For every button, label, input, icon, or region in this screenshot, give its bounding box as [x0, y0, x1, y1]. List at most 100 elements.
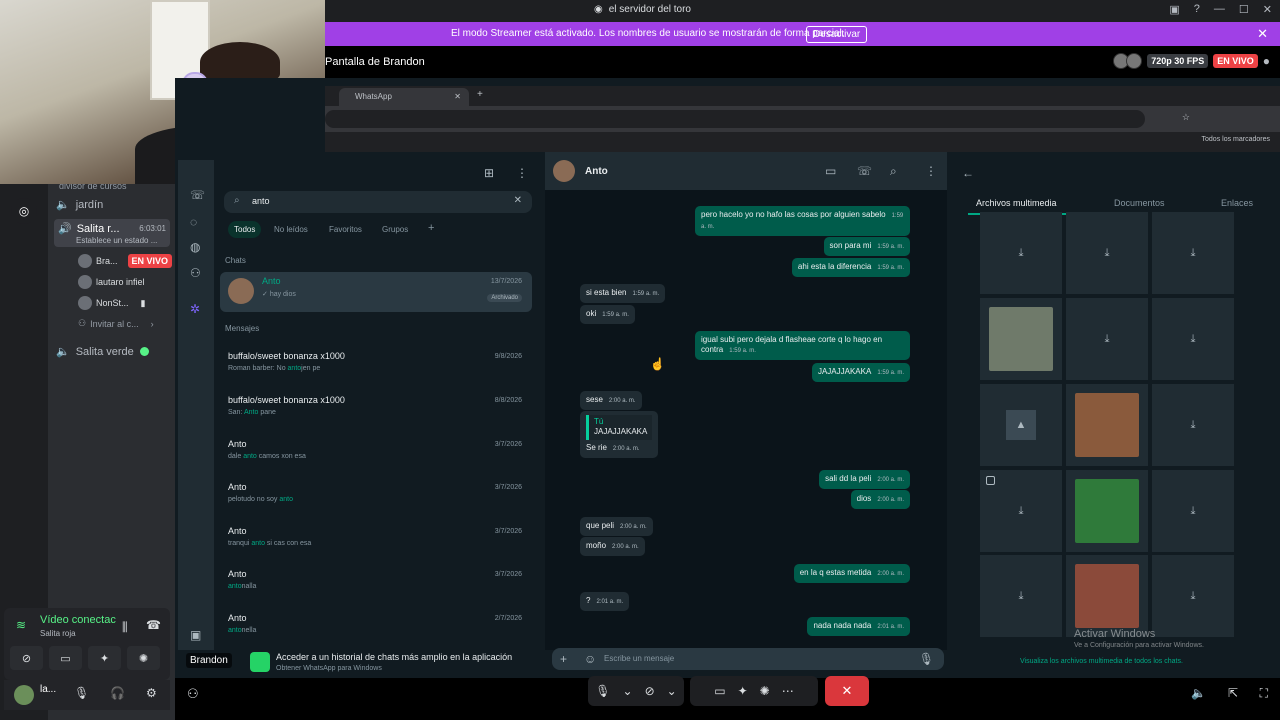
voice-user[interactable]: Bra... EN VIVO — [78, 254, 173, 268]
message-result-item[interactable]: Anto antonalla 3/7/2026 — [220, 565, 532, 605]
message-result-item[interactable]: Anto tranqui anto si cas con esa 3/7/202… — [220, 522, 532, 562]
channel-salita-verde[interactable]: 🔈 Salita verde — [56, 345, 149, 358]
status-icon[interactable]: ◌ — [190, 215, 197, 229]
outgoing-message[interactable]: dios 2:00 a. m. — [850, 490, 910, 509]
media-thumbnail[interactable] — [980, 298, 1062, 380]
video-call-icon[interactable]: ▭ — [825, 164, 836, 178]
incoming-message[interactable]: oki 1:59 a. m. — [580, 305, 635, 324]
more-icon[interactable]: ⋯ — [782, 684, 794, 698]
filter-favorites[interactable]: Favoritos — [323, 221, 368, 238]
menu-icon[interactable]: ⋮ — [925, 164, 937, 178]
media-download-cell[interactable]: ⤓ — [1066, 298, 1148, 380]
filter-groups[interactable]: Grupos — [376, 221, 414, 238]
calls-icon[interactable]: ☏ — [190, 188, 205, 202]
voice-user[interactable]: lautaro infiel — [78, 275, 145, 289]
invite-link[interactable]: ⚇ Invitar al c... › — [78, 318, 154, 329]
incoming-message[interactable]: que peli 2:00 a. m. — [580, 517, 653, 536]
camera-off-button[interactable]: ⊘ — [10, 646, 43, 670]
address-bar[interactable] — [325, 110, 1145, 128]
outgoing-message[interactable]: igual subi pero dejala d flasheae corte … — [695, 331, 910, 361]
media-download-cell[interactable]: ⤓ — [1152, 384, 1234, 466]
outgoing-message[interactable]: son para mi 1:59 a. m. — [823, 237, 910, 256]
incoming-message[interactable]: Tú JAJAJJAKAKA Se rie 2:00 a. m. — [580, 411, 659, 458]
avatar[interactable] — [14, 685, 34, 705]
avatar[interactable] — [553, 160, 575, 182]
media-thumbnail[interactable] — [1066, 384, 1148, 466]
media-download-cell[interactable]: ⤓ — [1152, 212, 1234, 294]
discover-icon[interactable]: ◎ — [11, 198, 37, 224]
clear-search-icon[interactable]: ✕ — [514, 195, 522, 206]
username[interactable]: la... — [40, 684, 56, 695]
media-download-cell[interactable]: ⤓ — [1152, 298, 1234, 380]
headphones-icon[interactable]: 🎧 — [110, 686, 125, 700]
phone-icon[interactable]: ☏ — [857, 164, 872, 178]
search-input[interactable]: ⌕ anto ✕ — [224, 191, 532, 213]
media-download-cell[interactable]: ⤓ — [1152, 555, 1234, 637]
outgoing-message[interactable]: ahi esta la diferencia 1:59 a. m. — [791, 258, 910, 277]
message-result-item[interactable]: Anto pelotudo no soy anto 3/7/2026 — [220, 478, 532, 518]
back-arrow-icon[interactable]: ← — [962, 166, 974, 180]
popout-icon[interactable]: ⇱ — [1228, 686, 1238, 700]
fullscreen-icon[interactable]: ⛶ — [1260, 686, 1268, 701]
close-icon[interactable]: ✕ — [1257, 26, 1268, 42]
outgoing-message[interactable]: en la q estas metida 2:00 a. m. — [793, 564, 910, 583]
tab-documents[interactable]: Documentos — [1114, 198, 1165, 208]
incoming-message[interactable]: moño 2:00 a. m. — [580, 537, 645, 556]
incoming-message[interactable]: ? 2:01 a. m. — [580, 592, 630, 611]
search-icon[interactable]: ⌕ — [890, 164, 897, 179]
chat-bubble-icon[interactable]: ● — [1263, 54, 1270, 68]
volume-icon[interactable]: 🔈 — [1191, 686, 1206, 700]
filter-all[interactable]: Todos — [228, 221, 262, 238]
chat-item-anto[interactable]: Anto ✓ hay dios 13/7/2026 Archivado — [220, 272, 532, 312]
media-download-cell[interactable]: ⤓ — [980, 470, 1062, 552]
new-tab-icon[interactable]: + — [477, 89, 483, 100]
outgoing-message[interactable]: pero hacelo yo no hafo las cosas por alg… — [695, 206, 910, 236]
soundboard-icon[interactable]: ⫼ — [122, 620, 128, 635]
minimize-button[interactable]: — — [1214, 3, 1225, 16]
media-download-cell[interactable]: ⤓ — [980, 212, 1062, 294]
communities-icon[interactable]: ⚇ — [190, 266, 201, 280]
voice-channel[interactable]: Salita roja — [40, 629, 76, 638]
message-composer[interactable]: + ☺ Escribe un mensaje 🎙 — [552, 648, 944, 670]
incoming-message[interactable]: si esta bien 1:59 a. m. — [580, 284, 666, 303]
outgoing-message[interactable]: nada nada nada 2:01 a. m. — [807, 617, 910, 636]
tab-whatsapp[interactable]: WhatsApp ✕ — [339, 88, 469, 106]
message-result-item[interactable]: Anto dale anto camos xon esa 3/7/2026 — [220, 435, 532, 475]
activities-icon[interactable]: ✦ — [738, 684, 748, 698]
screen-share-icon[interactable]: ▭ — [714, 684, 725, 698]
outgoing-message[interactable]: sali dd la peli 2:00 a. m. — [819, 470, 910, 489]
media-thumbnail[interactable] — [1066, 470, 1148, 552]
incoming-message[interactable]: sese 2:00 a. m. — [580, 391, 642, 410]
filter-unread[interactable]: No leídos — [268, 221, 314, 238]
media-thumbnail[interactable] — [1066, 555, 1148, 637]
tab-links[interactable]: Enlaces — [1221, 198, 1253, 208]
tab-media[interactable]: Archivos multimedia — [976, 198, 1057, 208]
image-placeholder[interactable]: ▲ — [980, 384, 1062, 466]
inbox-icon[interactable]: ▣ — [1169, 3, 1179, 16]
viewer-avatar[interactable] — [1126, 53, 1143, 69]
voice-user[interactable]: NonSt... ▮ — [78, 296, 145, 310]
attach-icon[interactable]: + — [560, 652, 567, 666]
outgoing-message[interactable]: JAJAJJAKAKA 1:59 a. m. — [811, 363, 910, 382]
media-icon[interactable]: ▣ — [190, 628, 201, 642]
channel-salita-roja[interactable]: 🔊 Salita r... 6:03:01 Establece un estad… — [54, 219, 170, 247]
star-icon[interactable]: ☆ — [1182, 112, 1190, 123]
emoji-icon[interactable]: ☺ — [584, 652, 596, 666]
camera-off-icon[interactable]: ⊘ — [645, 684, 655, 698]
select-checkbox[interactable] — [986, 476, 995, 485]
chevron-down-icon[interactable]: ⌄ — [667, 684, 677, 698]
close-icon[interactable]: ✕ — [454, 92, 461, 101]
disconnect-icon[interactable]: ☎ — [146, 618, 161, 632]
add-person-icon[interactable]: ⚇ — [187, 686, 199, 702]
channel-jardin[interactable]: 🔈 jardín — [56, 198, 103, 212]
soundboard-button[interactable]: ✺ — [127, 646, 160, 670]
disable-streamer-button[interactable]: Desactivar — [806, 26, 868, 43]
screen-share-button[interactable]: ▭ — [49, 646, 82, 670]
message-result-item[interactable]: buffalo/sweet bonanza x1000 Roman barber… — [220, 347, 532, 387]
message-result-item[interactable]: Anto antonella 2/7/2026 — [220, 609, 532, 649]
all-bookmarks[interactable]: Todos los marcadores — [1202, 136, 1270, 143]
activities-button[interactable]: ✦ — [88, 646, 121, 670]
new-chat-icon[interactable]: ⊞ — [484, 166, 494, 180]
microphone-icon[interactable]: 🎙 — [919, 652, 934, 666]
channels-icon[interactable]: ◍ — [190, 240, 200, 254]
